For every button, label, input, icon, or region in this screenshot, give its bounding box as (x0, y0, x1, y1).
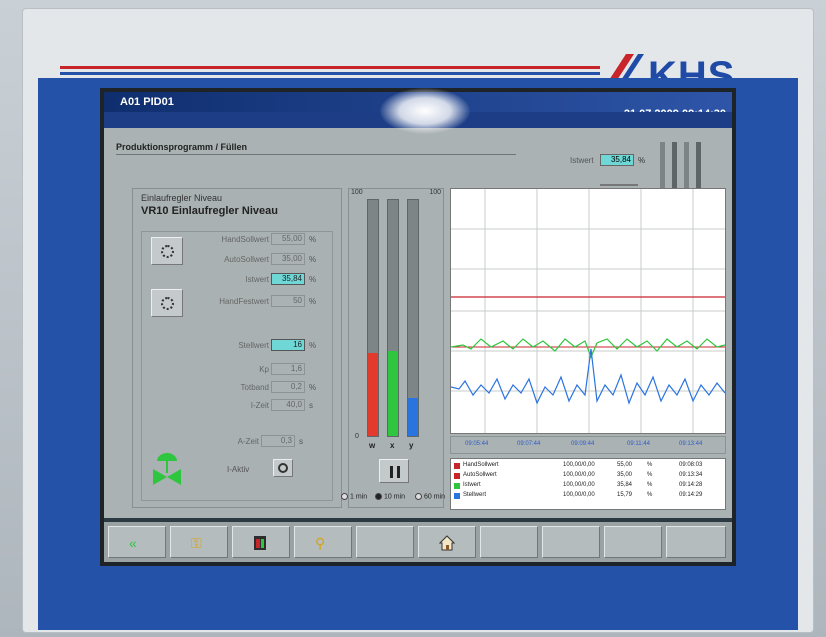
pause-button[interactable] (379, 459, 409, 483)
bar-y-fill (408, 398, 418, 436)
window-title: A01 PID01 (120, 96, 174, 108)
controller-title: VR10 Einlaufregler Niveau (141, 205, 278, 217)
i-aktiv-button[interactable] (273, 459, 293, 477)
azeit-input[interactable]: 0,3 (261, 435, 295, 447)
toolbar-key-button[interactable]: ⚲ (294, 526, 352, 558)
top-istwert-unit: % (638, 156, 646, 165)
bargraph-panel: 100 100 0 w x y 1 min 10 min 60 min (341, 188, 445, 508)
bar-w-fill (368, 353, 378, 436)
field-totband: Totband 0,2 % (240, 381, 317, 393)
top-istwert-value: 35,84 (600, 154, 634, 166)
time-tick: 09:11:44 (627, 441, 650, 447)
toolbar-button-5[interactable] (356, 526, 414, 558)
i-aktiv-label: I-Aktiv (227, 465, 250, 474)
field-kp: Kp 1,6 (133, 363, 333, 377)
controller-subtitle: Einlaufregler Niveau (141, 193, 223, 203)
bar-scale-top: 100 (351, 189, 363, 196)
panel-icon (253, 535, 267, 554)
field-istwert: Istwert 35,84 % (245, 273, 317, 285)
timespan-1min[interactable]: 1 min (341, 493, 367, 500)
time-tick: 09:07:44 (517, 441, 541, 447)
legend-row[interactable]: Istwert 100,00/0,00 35,84 % 09:14:28 (451, 482, 727, 491)
bar-x (387, 199, 399, 437)
brand-stripe-red (60, 66, 600, 69)
field-izeit: I-Zeit 40,0 s (250, 399, 313, 411)
handfestwert-input[interactable]: 50 (271, 295, 305, 307)
toolbar-home-button[interactable] (418, 526, 476, 558)
monitor-bezel: KHS A01 PID01 21.07.2009 09:14:30 Produk… (0, 0, 826, 637)
screen-glare (380, 88, 470, 134)
timespan-selector: 1 min 10 min 60 min (341, 493, 461, 505)
stellwert-value: 16 (271, 339, 305, 351)
legend-row[interactable]: AutoSollwert 100,00/0,00 35,00 % 09:13:3… (451, 472, 727, 481)
section-divider (116, 154, 516, 155)
timespan-60min[interactable]: 60 min (415, 493, 445, 500)
izeit-input[interactable]: 40,0 (271, 399, 305, 411)
time-tick: 09:13:44 (679, 441, 703, 447)
toolbar-keys-button[interactable]: ⚿ (170, 526, 228, 558)
field-stellwert: Stellwert 16 % (238, 339, 317, 351)
controller-panel: Einlaufregler Niveau VR10 Einlaufregler … (132, 188, 342, 508)
ring-icon (278, 463, 288, 473)
main-area: Produktionsprogramm / Füllen Istwert 35,… (104, 128, 732, 518)
hmi-screen: A01 PID01 21.07.2009 09:14:30 Produktion… (100, 88, 736, 566)
time-tick: 09:05:44 (465, 441, 489, 447)
trend-legend: HandSollwert 100,00/0,00 55,00 % 09:08:0… (450, 458, 726, 510)
field-handsollwert: HandSollwert 55,00 % (221, 233, 317, 245)
key-icon: ⚲ (315, 535, 326, 551)
bar-scale-top-right: 100 (429, 189, 441, 196)
double-arrow-left-icon: « (129, 535, 137, 551)
autosollwert-input[interactable]: 35,00 (271, 253, 305, 265)
top-right-indicator (660, 142, 720, 192)
bar-x-label: x (390, 441, 395, 450)
toolbar-button-9[interactable] (604, 526, 662, 558)
legend-row[interactable]: HandSollwert 100,00/0,00 55,00 % 09:08:0… (451, 462, 727, 471)
valve-icon (153, 453, 181, 485)
bar-x-fill (388, 351, 398, 436)
section-title: Produktionsprogramm / Füllen (116, 142, 248, 152)
trend-line-istwert (450, 338, 726, 359)
trend-plot (450, 189, 726, 433)
istwert-value: 35,84 (271, 273, 305, 285)
bar-w-label: w (369, 441, 376, 450)
toolbar-back-button[interactable]: « (108, 526, 166, 558)
kp-input[interactable]: 1,6 (271, 363, 305, 375)
bar-y (407, 199, 419, 437)
legend-row[interactable]: Stellwert 100,00/0,00 15,79 % 09:14:29 (451, 492, 727, 501)
bar-y-label: y (409, 441, 414, 450)
toolbar-panel-button[interactable] (232, 526, 290, 558)
pause-icon (390, 466, 393, 478)
trend-chart[interactable] (450, 188, 726, 434)
time-tick: 09:09:44 (571, 441, 595, 447)
field-autosollwert: AutoSollwert 35,00 % (224, 253, 317, 265)
bar-scale-bottom: 0 (355, 433, 359, 440)
top-istwert-label: Istwert (570, 156, 594, 165)
field-azeit: A-Zeit 0,3 s (237, 435, 303, 447)
trend-grid (451, 189, 725, 433)
home-icon (438, 535, 456, 554)
toolbar-button-7[interactable] (480, 526, 538, 558)
brand-stripe-blue (60, 72, 600, 75)
bottom-toolbar: « ⚿ ⚲ (104, 522, 732, 562)
field-handfestwert: HandFestwert 50 % (219, 295, 317, 307)
trend-time-axis: 09:05:44 09:07:44 09:09:44 09:11:44 09:1… (450, 436, 726, 454)
handsollwert-input[interactable]: 55,00 (271, 233, 305, 245)
toolbar-button-10[interactable] (666, 526, 726, 558)
timespan-10min[interactable]: 10 min (375, 493, 405, 500)
bar-w (367, 199, 379, 437)
totband-input[interactable]: 0,2 (271, 381, 305, 393)
trend-line-stellwert (450, 348, 726, 405)
keys-icon: ⚿ (191, 535, 202, 551)
toolbar-button-8[interactable] (542, 526, 600, 558)
top-divider (600, 184, 638, 186)
